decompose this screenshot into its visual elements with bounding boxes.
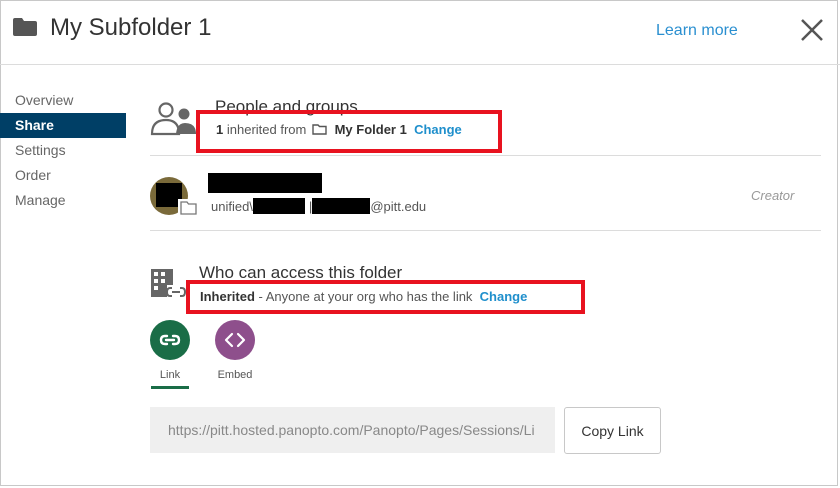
learn-more-link[interactable]: Learn more bbox=[656, 22, 738, 40]
embed-option-button[interactable] bbox=[215, 320, 255, 360]
link-icon bbox=[159, 334, 181, 346]
user-identity-line: unified\ | @pitt.edu bbox=[211, 198, 426, 214]
sidebar-item-overview[interactable]: Overview bbox=[0, 88, 126, 113]
sidebar-item-settings[interactable]: Settings bbox=[0, 138, 126, 163]
selected-option-indicator bbox=[151, 386, 189, 389]
parent-folder-name: My Folder 1 bbox=[334, 122, 407, 137]
link-option-label: Link bbox=[159, 369, 181, 381]
page-title: My Subfolder 1 bbox=[50, 14, 212, 41]
folder-outline-icon bbox=[312, 124, 327, 135]
access-level: Inherited bbox=[200, 289, 255, 304]
access-description: - Anyone at your org who has the link bbox=[258, 289, 473, 304]
access-line: Inherited - Anyone at your org who has t… bbox=[200, 289, 527, 304]
change-inheritance-link[interactable]: Change bbox=[414, 122, 462, 137]
sidebar-item-order[interactable]: Order bbox=[0, 163, 126, 188]
building-link-icon bbox=[151, 269, 187, 299]
people-icon bbox=[150, 102, 196, 136]
embed-option-label: Embed bbox=[217, 369, 253, 381]
close-icon[interactable] bbox=[800, 18, 824, 42]
user-provider-prefix: unified\ bbox=[211, 199, 253, 214]
redacted-username bbox=[252, 198, 305, 214]
folder-icon bbox=[13, 18, 37, 36]
divider bbox=[150, 230, 821, 231]
redacted-email-user bbox=[312, 198, 371, 214]
user-email-domain: @pitt.edu bbox=[370, 199, 427, 214]
copy-link-button[interactable]: Copy Link bbox=[564, 407, 661, 454]
sidebar-nav: Overview Share Settings Order Manage bbox=[0, 88, 126, 213]
inherited-from-label: inherited from bbox=[226, 122, 307, 137]
divider bbox=[150, 155, 821, 156]
inherited-count: 1 bbox=[216, 122, 224, 137]
change-access-link[interactable]: Change bbox=[480, 289, 528, 304]
sidebar-item-manage[interactable]: Manage bbox=[0, 188, 126, 213]
link-option-button[interactable] bbox=[150, 320, 190, 360]
inherited-line: 1 inherited from My Folder 1 Change bbox=[216, 122, 462, 137]
sidebar-item-share[interactable]: Share bbox=[0, 113, 126, 138]
code-icon bbox=[224, 332, 246, 348]
dialog-header: My Subfolder 1 Learn more bbox=[0, 0, 840, 65]
share-link-field[interactable]: https://pitt.hosted.panopto.com/Panopto/… bbox=[150, 407, 555, 453]
user-role: Creator bbox=[751, 188, 795, 203]
folder-badge-icon bbox=[178, 199, 198, 215]
redacted-user-name bbox=[208, 173, 322, 193]
